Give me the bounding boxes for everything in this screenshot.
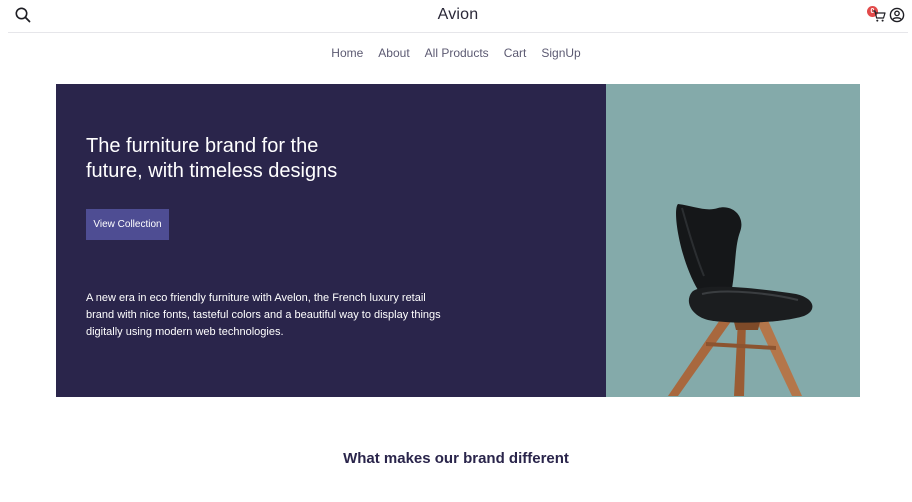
view-collection-button[interactable]: View Collection [86, 209, 169, 240]
nav-item-cart[interactable]: Cart [504, 46, 527, 60]
nav-item-signup[interactable]: SignUp [541, 46, 580, 60]
nav-item-about[interactable]: About [378, 46, 409, 60]
nav-item-home[interactable]: Home [331, 46, 363, 60]
page: Avion 0 Home About All Products Cart Sig… [0, 0, 912, 502]
hero-panel: The furniture brand for the future, with… [56, 84, 606, 397]
user-icon[interactable] [889, 7, 905, 23]
cart-icon [873, 10, 886, 22]
cart-button[interactable]: 0 [867, 6, 887, 26]
hero-title: The furniture brand for the future, with… [86, 135, 338, 182]
chair-image [668, 204, 813, 396]
hero-description: A new era in eco friendly furniture with… [86, 292, 441, 338]
brand-logo[interactable]: Avion [8, 6, 908, 24]
section-title: What makes our brand different [343, 450, 569, 467]
top-bar: Avion 0 [8, 0, 908, 33]
hero-image [606, 84, 860, 397]
main-nav: Home About All Products Cart SignUp [0, 46, 912, 60]
nav-item-all-products[interactable]: All Products [425, 46, 489, 60]
